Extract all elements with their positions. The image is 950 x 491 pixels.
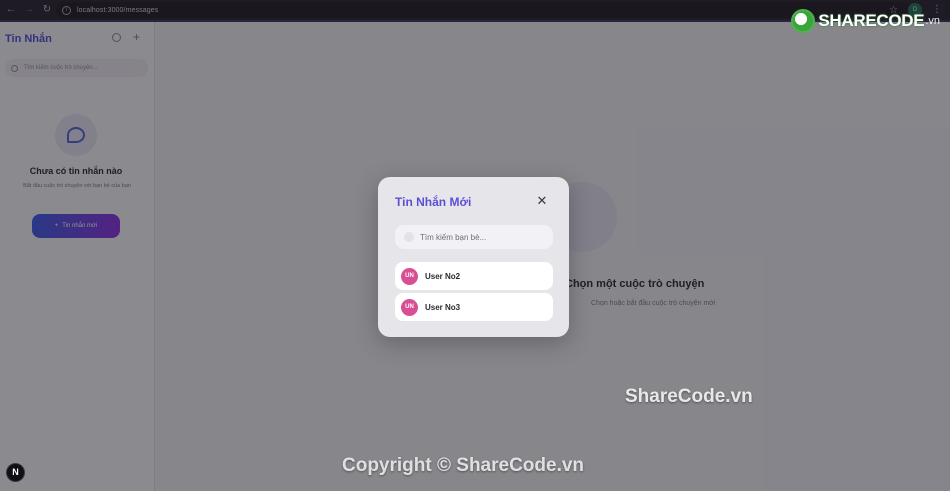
- sharecode-logo-text: SHARECODE: [818, 11, 925, 30]
- close-icon[interactable]: ✕: [536, 194, 548, 207]
- sharecode-logo-tld: .vn: [925, 15, 940, 27]
- new-message-modal: Tin Nhắn Mới ✕ UN User No2 UN User No3: [378, 177, 569, 337]
- user-list-item[interactable]: UN User No3: [395, 293, 553, 321]
- sharecode-logo-icon: [791, 9, 816, 33]
- nextjs-dev-badge[interactable]: N: [6, 463, 25, 482]
- user-avatar: UN: [401, 298, 418, 316]
- friend-search-input[interactable]: [420, 232, 545, 242]
- sharecode-logo: SHARECODE .vn: [791, 9, 940, 33]
- user-list-item[interactable]: UN User No2: [395, 262, 553, 290]
- friend-search-field[interactable]: [395, 225, 553, 249]
- user-name: User No3: [425, 302, 461, 312]
- search-icon: [404, 232, 414, 242]
- watermark-copyright: Copyright © ShareCode.vn: [342, 455, 585, 476]
- user-avatar: UN: [401, 267, 418, 285]
- watermark-center: ShareCode.vn: [625, 386, 753, 407]
- modal-title: Tin Nhắn Mới: [395, 195, 472, 209]
- user-name: User No2: [425, 271, 461, 281]
